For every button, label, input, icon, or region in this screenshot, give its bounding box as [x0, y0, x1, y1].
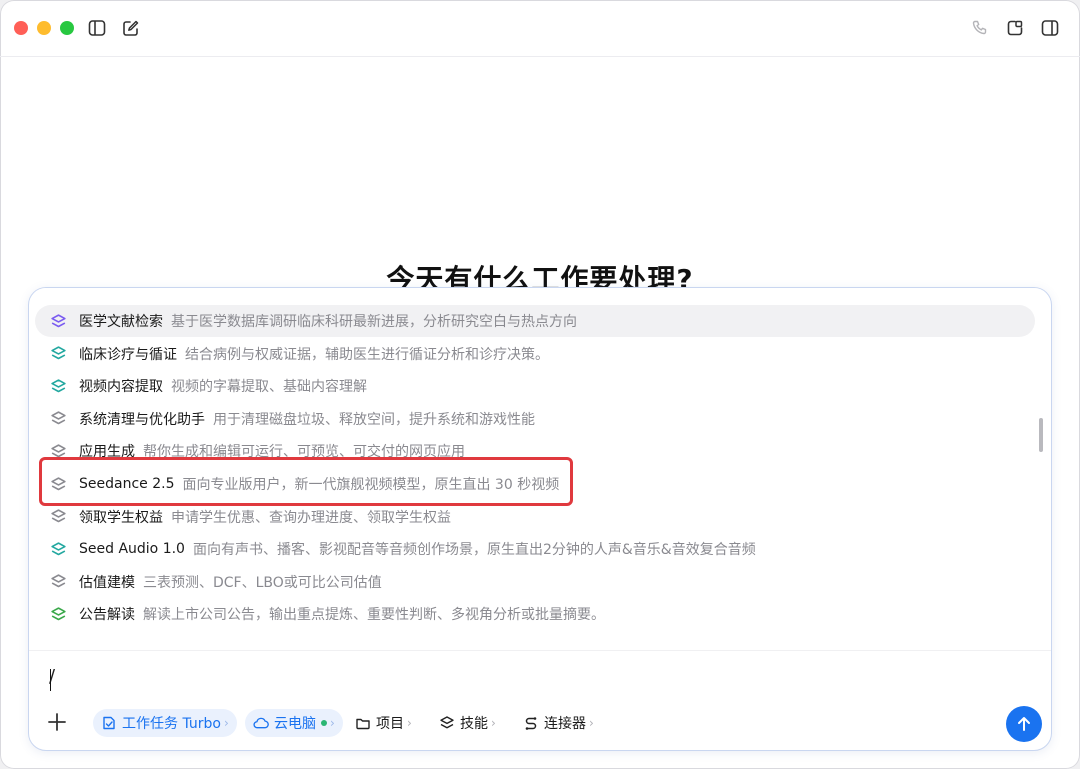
skill-name: 估值建模	[79, 574, 135, 591]
task-mode-label: 工作任务 Turbo	[122, 716, 221, 732]
skill-name: 视频内容提取	[79, 379, 163, 396]
zoom-window-button[interactable]	[60, 21, 74, 35]
app-window: 今天有什么工作要处理? 医学文献检索 基于医学数据库调研临床科研最新进展，分析研究…	[0, 0, 1080, 769]
skill-item[interactable]: 系统清理与优化助手 用于清理磁盘垃圾、释放空间，提升系统和游戏性能	[35, 403, 1035, 435]
layers-icon	[49, 377, 67, 395]
close-window-button[interactable]	[14, 21, 28, 35]
cloud-status-dot	[321, 720, 327, 726]
connector-label: 连接器	[544, 716, 586, 732]
skill-chip[interactable]: 技能 ›	[439, 709, 496, 737]
connector-chip[interactable]: 连接器 ›	[523, 709, 594, 737]
highlight-box	[39, 457, 573, 506]
skill-description: 结合病例与权威证据，辅助医生进行循证分析和诊疗决策。	[185, 346, 549, 363]
skill-description: 解读上市公司公告，输出重点提炼、重要性判断、多视角分析或批量摘要。	[143, 607, 605, 624]
chevron-right-icon: ›	[223, 716, 229, 730]
list-fade-bottom	[29, 631, 1051, 651]
new-chat-icon[interactable]	[121, 18, 141, 38]
list-fade-top	[29, 288, 1051, 302]
composer-toolbar: 工作任务 Turbo › 云电脑 › 项目 › 技能 › 连接器 ›	[29, 706, 1051, 742]
minimize-window-button[interactable]	[37, 21, 51, 35]
skill-name: 公告解读	[79, 607, 135, 624]
project-label: 项目	[376, 716, 404, 732]
sidebar-toggle-icon[interactable]	[87, 18, 107, 38]
task-icon	[101, 715, 117, 731]
skill-item[interactable]: 估值建模 三表预测、DCF、LBO或可比公司估值	[35, 566, 1035, 598]
skill-item[interactable]: 公告解读 解读上市公司公告，输出重点提炼、重要性判断、多视角分析或批量摘要。	[35, 598, 1035, 630]
skill-name: 系统清理与优化助手	[79, 411, 205, 428]
layers-icon	[49, 605, 67, 623]
skill-description: 申请学生优惠、查询办理进度、领取学生权益	[171, 509, 451, 526]
panel-icon[interactable]	[1040, 18, 1060, 38]
chevron-right-icon: ›	[589, 716, 594, 730]
skill-name: 医学文献检索	[79, 314, 163, 330]
skill-item[interactable]: 医学文献检索 基于医学数据库调研临床科研最新进展，分析研究空白与热点方向	[35, 305, 1035, 337]
layers-icon	[49, 345, 67, 363]
phone-icon[interactable]	[970, 18, 990, 38]
divider	[29, 650, 1051, 651]
send-button[interactable]	[1006, 706, 1042, 742]
list-scrollbar[interactable]	[1039, 418, 1043, 452]
skill-name: 临床诊疗与循证	[79, 346, 177, 363]
skill-item[interactable]: 临床诊疗与循证 结合病例与权威证据，辅助医生进行循证分析和诊疗决策。	[35, 338, 1035, 370]
skill-description: 基于医学数据库调研临床科研最新进展，分析研究空白与热点方向	[171, 314, 577, 330]
connector-icon	[523, 715, 539, 731]
project-chip[interactable]: 项目 ›	[355, 709, 412, 737]
cloud-computer-chip[interactable]: 云电脑 ›	[245, 709, 343, 737]
title-bar	[0, 0, 1080, 57]
skill-name: Seed Audio 1.0	[79, 541, 185, 558]
skill-name: 领取学生权益	[79, 509, 163, 526]
add-attachment-button[interactable]	[45, 710, 69, 734]
project-icon	[355, 715, 371, 731]
plus-icon	[48, 713, 66, 731]
share-window-icon[interactable]	[1005, 18, 1025, 38]
composer-panel: 医学文献检索 基于医学数据库调研临床科研最新进展，分析研究空白与热点方向 临床诊疗与…	[28, 287, 1052, 751]
layers-icon	[49, 508, 67, 526]
layers-icon	[49, 540, 67, 558]
task-mode-chip[interactable]: 工作任务 Turbo ›	[93, 709, 237, 737]
message-input[interactable]: /	[49, 666, 949, 692]
layers-icon	[49, 312, 67, 330]
skill-description: 用于清理磁盘垃圾、释放空间，提升系统和游戏性能	[213, 411, 535, 428]
layers-icon	[49, 410, 67, 428]
arrow-up-icon	[1018, 717, 1030, 731]
skill-description: 三表预测、DCF、LBO或可比公司估值	[143, 574, 382, 591]
skill-item[interactable]: Seed Audio 1.0 面向有声书、播客、影视配音等音频创作场景，原生直出2…	[35, 533, 1035, 565]
chevron-right-icon: ›	[491, 716, 496, 730]
skill-label: 技能	[460, 716, 488, 732]
skill-item[interactable]: 视频内容提取 视频的字幕提取、基础内容理解	[35, 370, 1035, 402]
layers-icon	[439, 715, 455, 731]
chevron-right-icon: ›	[407, 716, 412, 730]
skill-description: 面向有声书、播客、影视配音等音频创作场景，原生直出2分钟的人声&音乐&音效复合音…	[192, 542, 756, 559]
text-caret	[50, 669, 51, 691]
chevron-right-icon: ›	[330, 716, 335, 730]
layers-icon	[49, 573, 67, 591]
cloud-icon	[253, 715, 269, 731]
skill-description: 视频的字幕提取、基础内容理解	[171, 379, 367, 396]
cloud-computer-label: 云电脑	[274, 716, 316, 732]
